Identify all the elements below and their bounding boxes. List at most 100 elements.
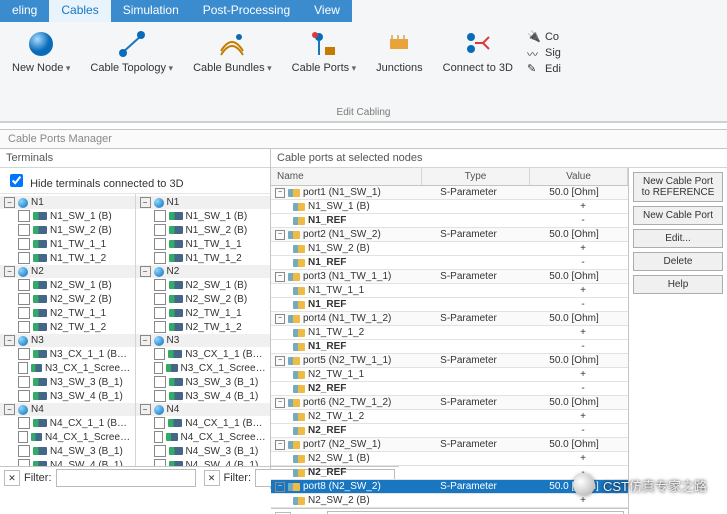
port-child-row[interactable]: N2_TW_1_1+ (271, 368, 628, 382)
port-child-row[interactable]: N2_SW_2 (B)+ (271, 494, 628, 508)
terminal-checkbox[interactable] (18, 293, 30, 305)
terminal-checkbox[interactable] (154, 210, 166, 222)
terminal-tree-left[interactable]: −N1N1_SW_1 (B)N1_SW_2 (B)N1_TW_1_1N1_TW_… (0, 194, 136, 466)
tree-terminal[interactable]: N2_TW_1_1 (0, 306, 135, 320)
terminal-checkbox[interactable] (154, 252, 166, 264)
cable-bundles-button[interactable]: Cable Bundles (187, 26, 278, 76)
tree-terminal[interactable]: N3_CX_1_1 (B_1) (0, 347, 135, 361)
expand-icon[interactable]: − (275, 398, 285, 408)
tree-terminal[interactable]: N3_CX_1_1 (B_1) (136, 347, 271, 361)
tree-node[interactable]: −N2 (0, 265, 135, 278)
port-row[interactable]: −port1 (N1_SW_1)S-Parameter50.0 [Ohm] (271, 186, 628, 200)
port-child-row[interactable]: N1_SW_2 (B)+ (271, 242, 628, 256)
expand-icon[interactable]: − (275, 230, 285, 240)
terminal-checkbox[interactable] (154, 224, 166, 236)
port-child-row[interactable]: N1_REF- (271, 298, 628, 312)
expand-icon[interactable]: − (275, 188, 285, 198)
mini-con[interactable]: 🔌Co (527, 30, 561, 44)
terminal-checkbox[interactable] (18, 307, 30, 319)
edit-button[interactable]: Edit... (633, 229, 723, 248)
collapse-icon[interactable]: − (140, 197, 151, 208)
terminal-checkbox[interactable] (154, 307, 166, 319)
port-child-row[interactable]: N1_REF- (271, 340, 628, 354)
tree-terminal[interactable]: N2_TW_1_2 (136, 320, 271, 334)
terminal-checkbox[interactable] (18, 321, 30, 333)
terminal-checkbox[interactable] (18, 238, 30, 250)
expand-icon[interactable]: − (275, 482, 285, 492)
port-row[interactable]: −port7 (N2_SW_1)S-Parameter50.0 [Ohm] (271, 438, 628, 452)
tree-node[interactable]: −N3 (0, 334, 135, 347)
collapse-icon[interactable]: − (140, 266, 151, 277)
tree-node[interactable]: −N4 (136, 403, 271, 416)
port-child-row[interactable]: N1_TW_1_1+ (271, 284, 628, 298)
tree-terminal[interactable]: N4_SW_4 (B_1) (136, 458, 271, 466)
mini-sig[interactable]: 〰Sig (527, 46, 561, 60)
port-row[interactable]: −port4 (N1_TW_1_2)S-Parameter50.0 [Ohm] (271, 312, 628, 326)
col-value[interactable]: Value (530, 168, 628, 185)
terminal-checkbox[interactable] (154, 431, 164, 443)
tree-node[interactable]: −N1 (136, 196, 271, 209)
tree-node[interactable]: −N3 (136, 334, 271, 347)
terminal-checkbox[interactable] (18, 445, 30, 457)
terminal-checkbox[interactable] (154, 238, 166, 250)
collapse-icon[interactable]: − (4, 404, 15, 415)
tree-terminal[interactable]: N3_CX_1_Screen (B_1) (0, 361, 135, 375)
collapse-icon[interactable]: − (140, 335, 151, 346)
port-row[interactable]: −port6 (N2_TW_1_2)S-Parameter50.0 [Ohm] (271, 396, 628, 410)
ports-table-body[interactable]: −port1 (N1_SW_1)S-Parameter50.0 [Ohm]N1_… (271, 186, 628, 508)
port-child-row[interactable]: N1_TW_1_2+ (271, 326, 628, 340)
terminal-checkbox[interactable] (18, 252, 30, 264)
cable-topology-button[interactable]: Cable Topology (84, 26, 179, 76)
terminal-checkbox[interactable] (154, 376, 166, 388)
cable-ports-button[interactable]: Cable Ports (286, 26, 363, 76)
expand-icon[interactable]: − (275, 314, 285, 324)
tree-terminal[interactable]: N4_CX_1_1 (B_1) (136, 416, 271, 430)
new-cable-port-ref-button[interactable]: New Cable Port to REFERENCE (633, 172, 723, 202)
tree-terminal[interactable]: N2_SW_2 (B) (0, 292, 135, 306)
terminal-checkbox[interactable] (154, 279, 166, 291)
tree-terminal[interactable]: N1_SW_2 (B) (0, 223, 135, 237)
tree-terminal[interactable]: N3_SW_3 (B_1) (136, 375, 271, 389)
port-child-row[interactable]: N1_SW_1 (B)+ (271, 200, 628, 214)
terminal-checkbox[interactable] (18, 417, 30, 429)
terminal-checkbox[interactable] (154, 321, 166, 333)
ribbon-tab-eling[interactable]: eling (0, 0, 49, 22)
terminal-checkbox[interactable] (18, 431, 28, 443)
terminal-checkbox[interactable] (18, 210, 30, 222)
collapse-icon[interactable]: − (4, 335, 15, 346)
collapse-icon[interactable]: − (140, 404, 151, 415)
new-cable-port-button[interactable]: New Cable Port (633, 206, 723, 225)
terminal-checkbox[interactable] (154, 417, 166, 429)
tree-node[interactable]: −N2 (136, 265, 271, 278)
hide-terminals-checkbox[interactable] (10, 174, 23, 187)
terminal-checkbox[interactable] (18, 224, 30, 236)
help-button[interactable]: Help (633, 275, 723, 294)
tree-terminal[interactable]: N2_TW_1_2 (0, 320, 135, 334)
terminal-checkbox[interactable] (154, 293, 166, 305)
tree-terminal[interactable]: N3_SW_4 (B_1) (136, 389, 271, 403)
tree-terminal[interactable]: N1_TW_1_1 (136, 237, 271, 251)
port-row[interactable]: −port3 (N1_TW_1_1)S-Parameter50.0 [Ohm] (271, 270, 628, 284)
junctions-button[interactable]: Junctions (370, 26, 428, 76)
col-name[interactable]: Name (271, 168, 422, 185)
connect-3d-button[interactable]: Connect to 3D (437, 26, 519, 76)
terminal-checkbox[interactable] (154, 390, 166, 402)
tree-terminal[interactable]: N2_SW_1 (B) (136, 278, 271, 292)
clear-filter-icon[interactable]: ✕ (204, 470, 220, 486)
terminal-checkbox[interactable] (18, 348, 30, 360)
expand-icon[interactable]: − (275, 440, 285, 450)
tree-terminal[interactable]: N1_SW_1 (B) (0, 209, 135, 223)
ribbon-tab-post-processing[interactable]: Post-Processing (191, 0, 302, 22)
terminal-checkbox[interactable] (154, 362, 164, 374)
tree-terminal[interactable]: N1_SW_2 (B) (136, 223, 271, 237)
terminal-checkbox[interactable] (154, 459, 166, 466)
port-row[interactable]: −port2 (N1_SW_2)S-Parameter50.0 [Ohm] (271, 228, 628, 242)
tree-terminal[interactable]: N3_CX_1_Screen (B_1) (136, 361, 271, 375)
collapse-icon[interactable]: − (4, 266, 15, 277)
tree-terminal[interactable]: N2_SW_2 (B) (136, 292, 271, 306)
tree-terminal[interactable]: N3_SW_4 (B_1) (0, 389, 135, 403)
tree-terminal[interactable]: N1_TW_1_1 (0, 237, 135, 251)
tree-terminal[interactable]: N4_CX_1_1 (B_1) (0, 416, 135, 430)
tree-terminal[interactable]: N2_SW_1 (B) (0, 278, 135, 292)
collapse-icon[interactable]: − (4, 197, 15, 208)
